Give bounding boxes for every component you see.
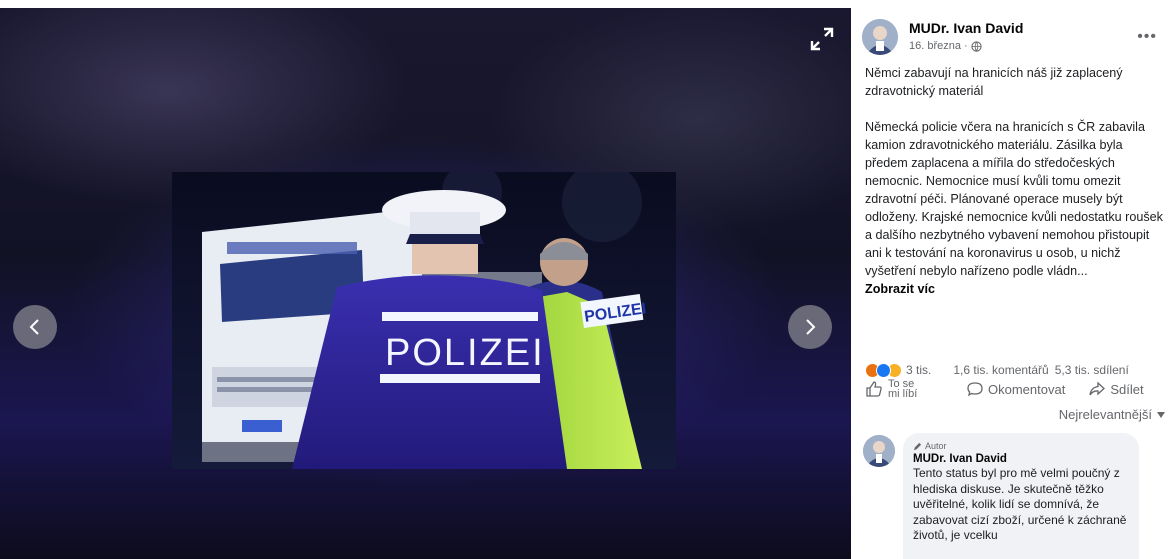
commenter-avatar[interactable] [863, 435, 895, 467]
comment-text: Tento status byl pro mě velmi poučný z h… [913, 466, 1127, 542]
share-button[interactable]: Sdílet [1089, 381, 1144, 397]
commenter-name[interactable]: MUDr. Ivan David [913, 453, 1129, 465]
chevron-left-icon [29, 319, 39, 335]
see-more-link[interactable]: Zobrazit víc [865, 280, 935, 298]
comment-icon [967, 382, 983, 397]
author-avatar[interactable] [862, 19, 898, 55]
caret-down-icon [1157, 411, 1165, 418]
globe-icon [971, 40, 982, 52]
post-panel: MUDr. Ivan David 16. března · ••• Němci … [851, 8, 1171, 559]
like-reaction-icon [876, 362, 891, 378]
author-badge-label: Autor [925, 441, 947, 451]
post-photo[interactable]: POLIZEI POLIZEI [172, 172, 676, 469]
more-options-button[interactable]: ••• [1137, 28, 1157, 46]
post-headline: Němci zabavují na hranicích náš již zapl… [865, 66, 1123, 98]
previous-photo-button[interactable] [13, 305, 57, 349]
share-icon [1089, 381, 1106, 396]
comment-label: Okomentovat [988, 381, 1066, 397]
like-button[interactable]: To se mi líbí [865, 378, 957, 400]
share-label: Sdílet [1110, 381, 1144, 397]
chevron-right-icon [806, 319, 816, 335]
like-label: To se mi líbí [888, 378, 918, 400]
comment-button[interactable]: Okomentovat [967, 381, 1065, 397]
photo-viewer: POLIZEI POLIZEI [0, 8, 851, 559]
post-actions: To se mi líbí Okomentovat Sdílet [859, 370, 1171, 408]
pencil-icon [913, 442, 922, 450]
comment-sort-dropdown[interactable]: Nejrelevantnější [1059, 407, 1165, 422]
post-body: Německá policie včera na hranicích s ČR … [865, 120, 1163, 278]
photo-sign: POLIZEI [385, 332, 545, 374]
author-name[interactable]: MUDr. Ivan David [909, 20, 1023, 36]
post-text: Němci zabavují na hranicích náš již zapl… [851, 64, 1171, 298]
expand-icon [810, 27, 834, 51]
sort-label: Nejrelevantnější [1058, 407, 1152, 422]
expand-button[interactable] [809, 26, 835, 52]
author-badge: Autor [913, 441, 1129, 451]
post-meta: 16. března · [909, 40, 982, 52]
post-header: MUDr. Ivan David 16. března · ••• [851, 8, 1171, 64]
comment-bubble: Autor MUDr. Ivan David Tento status byl … [903, 433, 1139, 559]
post-date[interactable]: 16. března · [909, 40, 968, 52]
next-photo-button[interactable] [788, 305, 832, 349]
thumbs-up-icon [866, 381, 882, 397]
